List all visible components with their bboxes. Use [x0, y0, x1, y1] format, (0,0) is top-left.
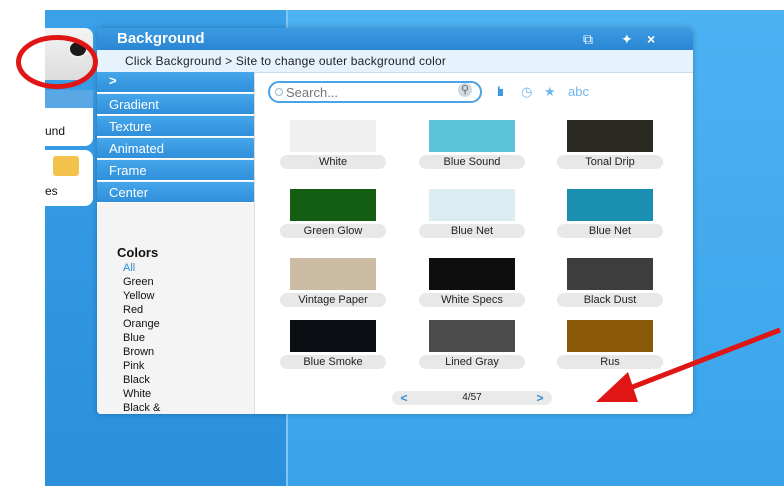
category-label: Texture [109, 119, 152, 134]
side-tile-files[interactable]: es [45, 150, 93, 206]
folder-icon [53, 156, 79, 176]
search-box: ⚲ [268, 81, 482, 103]
annotation-arrow [596, 327, 781, 402]
side-tile-label: und [45, 124, 66, 138]
color-filter-item[interactable]: Yellow [123, 290, 154, 302]
category-sidebar: > Gradient Texture Animated Frame Center… [97, 72, 255, 414]
background-thumbnail[interactable] [290, 320, 376, 352]
category-item-animated[interactable]: Animated [97, 138, 254, 159]
thumbnail-caption[interactable]: Green Glow [280, 224, 386, 238]
thumbnail-caption[interactable]: Blue Smoke [280, 355, 386, 369]
color-filter-item[interactable]: Brown [123, 346, 154, 358]
prev-page-button[interactable]: < [394, 391, 414, 405]
chevron-right-icon: > [109, 73, 117, 88]
category-item-site[interactable]: > [97, 72, 254, 93]
background-thumbnail[interactable] [429, 258, 515, 290]
background-thumbnail[interactable] [429, 120, 515, 152]
category-item-center[interactable]: Center [97, 182, 254, 203]
side-tile-label: es [45, 184, 58, 198]
background-thumbnail[interactable] [567, 189, 653, 221]
star-icon[interactable]: ★ [544, 84, 556, 100]
search-icon[interactable]: ⚲ [458, 83, 472, 97]
tile-header-bar [45, 90, 93, 108]
thumbnail-caption[interactable]: White Specs [419, 293, 525, 307]
thumbnail-caption[interactable]: Blue Net [419, 224, 525, 238]
background-thumbnail[interactable] [290, 120, 376, 152]
colors-heading: Colors [117, 245, 159, 260]
close-icon[interactable]: × [647, 32, 655, 46]
background-thumbnail[interactable] [567, 258, 653, 290]
sort-abc[interactable]: abc [568, 84, 589, 99]
side-tile-sound[interactable]: und [45, 90, 93, 146]
color-filter-item[interactable]: Orange [123, 318, 160, 330]
color-filter-item[interactable]: Black [123, 374, 150, 386]
background-thumbnail[interactable] [290, 189, 376, 221]
thumbnail-caption[interactable]: Blue Sound [419, 155, 525, 169]
background-thumbnail[interactable] [429, 320, 515, 352]
category-item-frame[interactable]: Frame [97, 160, 254, 181]
background-thumbnail[interactable] [290, 258, 376, 290]
category-label: Animated [109, 141, 164, 156]
page-indicator: 4/57 [462, 392, 482, 403]
thumbnail-caption[interactable]: Tonal Drip [557, 155, 663, 169]
category-label: Gradient [109, 97, 159, 112]
clock-icon[interactable]: ◷ [521, 84, 532, 100]
background-thumbnail[interactable] [429, 189, 515, 221]
color-filter-item[interactable]: Red [123, 304, 143, 316]
category-item-gradient[interactable]: Gradient [97, 94, 254, 115]
annotation-circle [16, 35, 98, 89]
color-filter-item[interactable]: White [123, 388, 151, 400]
next-page-button[interactable]: > [530, 391, 550, 405]
bar-chart-icon[interactable]: lıı [497, 84, 504, 99]
color-filter-item[interactable]: Green [123, 276, 154, 288]
window-restore-icon[interactable]: ⧉ [583, 32, 593, 46]
color-filter-item[interactable]: All [123, 262, 135, 274]
color-filter-item[interactable]: Blue [123, 332, 145, 344]
thumbnail-caption[interactable]: White [280, 155, 386, 169]
instruction-bar: Click Background > Site to change outer … [97, 50, 693, 73]
background-thumbnail[interactable] [567, 120, 653, 152]
search-dot-icon [275, 88, 283, 96]
pager: < 4/57 > [392, 391, 552, 405]
panel-title: Background [117, 30, 205, 47]
thumbnail-caption[interactable]: Vintage Paper [280, 293, 386, 307]
category-label: Frame [109, 163, 147, 178]
color-filter-item[interactable]: Pink [123, 360, 144, 372]
color-filter-item[interactable]: Black & [123, 402, 160, 414]
search-input[interactable] [286, 83, 446, 101]
category-label: Center [109, 185, 149, 200]
thumbnail-caption[interactable]: Lined Gray [419, 355, 525, 369]
panel-titlebar[interactable]: Background ⧉ ✦ × [97, 28, 693, 50]
thumbnail-caption[interactable]: Blue Net [557, 224, 663, 238]
instruction-text: Click Background > Site to change outer … [125, 54, 447, 68]
pin-icon[interactable]: ✦ [621, 32, 633, 46]
thumbnail-caption[interactable]: Black Dust [557, 293, 663, 307]
category-item-texture[interactable]: Texture [97, 116, 254, 137]
